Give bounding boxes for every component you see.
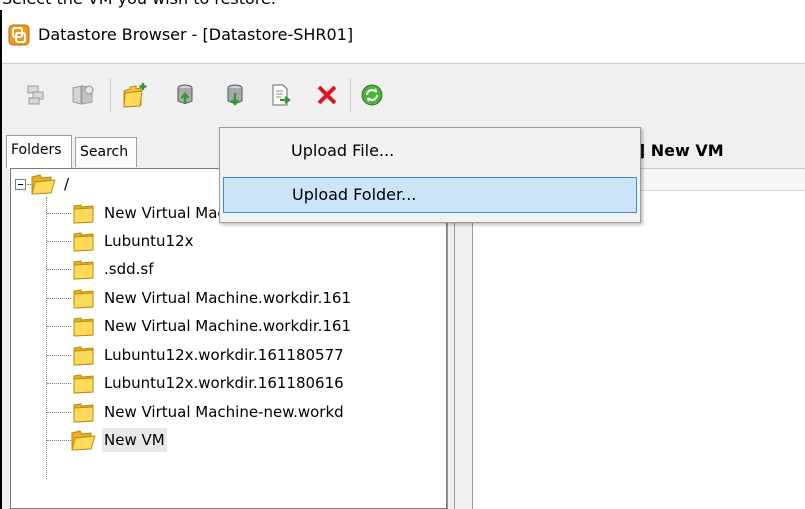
tree-item-label: .sdd.sf: [104, 260, 154, 278]
download-button[interactable]: [220, 80, 250, 110]
delete-button[interactable]: [312, 80, 342, 110]
collapse-toggle[interactable]: [15, 179, 26, 190]
tree-item[interactable]: Lubuntu12x: [71, 228, 196, 254]
tab-folders[interactable]: Folders: [6, 135, 72, 168]
folder-icon: [73, 232, 94, 252]
tree-item-label: Lubuntu12x.workdir.161180616: [104, 374, 344, 392]
refresh-button[interactable]: [357, 80, 387, 110]
menu-item-label: Upload Folder...: [292, 185, 417, 204]
menu-item-label: Upload File...: [291, 141, 395, 160]
tab-folders-label: Folders: [11, 142, 62, 158]
tree-connector: [47, 241, 71, 242]
tree-item[interactable]: .sdd.sf: [71, 256, 156, 282]
vsphere-logo-icon: [8, 24, 30, 46]
tab-search-label: Search: [80, 144, 129, 160]
menu-item-upload-folder[interactable]: Upload Folder...: [223, 177, 637, 213]
tree-connector: [47, 298, 71, 299]
folder-icon: [73, 204, 94, 224]
tree-item-label: /: [64, 175, 70, 193]
tree-connector: [46, 197, 47, 479]
folder-icon: [73, 374, 94, 394]
tree-item[interactable]: Lubuntu12x.workdir.161180616: [71, 370, 346, 396]
tree-item-label: New Virtual Machine.workdir.161: [104, 289, 352, 307]
register-vm-icon: [272, 84, 291, 106]
upload-dropdown-menu: Upload File... Upload Folder...: [219, 127, 641, 223]
folder-icon: [73, 317, 94, 337]
download-icon: [227, 84, 243, 106]
toolbar-separator: [110, 78, 111, 112]
datastore-browse-icon: [27, 85, 44, 105]
upload-icon: [177, 84, 193, 104]
refresh-icon: [361, 84, 383, 106]
register-vm-button[interactable]: [266, 80, 296, 110]
tree-connector: [47, 326, 71, 327]
tree-item-root[interactable]: /: [31, 171, 71, 197]
tree-item-label: New Virtual Machine-new.workd: [104, 403, 344, 421]
folder-icon: [73, 403, 94, 423]
folder-icon: [73, 260, 94, 280]
folder-icon: [73, 289, 94, 309]
datastore-search-icon: [72, 85, 94, 105]
folder-open-icon: [31, 174, 56, 195]
toolbar: [2, 63, 805, 126]
title-bar: Datastore Browser - [Datastore-SHR01]: [2, 10, 805, 62]
datastore-search-button[interactable]: [68, 80, 98, 110]
tree-connector: [47, 213, 71, 214]
tree-item-new-vm[interactable]: New VM: [71, 427, 167, 453]
new-folder-button[interactable]: [120, 80, 150, 110]
tree-item-label: Lubuntu12x: [104, 232, 194, 250]
tree-item[interactable]: New Virtual Machine-new.workd: [71, 399, 346, 425]
tree-connector: [47, 269, 71, 270]
delete-icon: [317, 85, 337, 105]
tree-connector: [47, 383, 71, 384]
tree-connector: [47, 412, 71, 413]
new-folder-icon: [123, 83, 147, 108]
window-title: Datastore Browser - [Datastore-SHR01]: [38, 25, 354, 44]
tree-item[interactable]: New Virtual Machine.workdir.161: [71, 285, 353, 311]
folder-open-icon: [71, 430, 96, 451]
datastore-browse-button[interactable]: [22, 80, 52, 110]
tree-connector: [47, 440, 71, 441]
datastore-browser-window: Datastore Browser - [Datastore-SHR01] Fo…: [0, 10, 805, 509]
folder-icon: [73, 346, 94, 366]
tree-item[interactable]: New Virtual Machine.workdir.161: [71, 313, 353, 339]
toolbar-separator: [350, 78, 351, 112]
page-caption: Select the VM you wish to restore.: [0, 0, 805, 10]
tab-search[interactable]: Search: [75, 137, 137, 167]
tree-item-label: New Virtual Machine.workdir.161: [104, 317, 352, 335]
upload-button[interactable]: [170, 80, 200, 110]
tree-item[interactable]: Lubuntu12x.workdir.161180577: [71, 342, 346, 368]
tree-item-label: New VM: [102, 428, 167, 452]
menu-item-upload-file[interactable]: Upload File...: [223, 134, 637, 170]
tree-connector: [47, 355, 71, 356]
tree-item-label: Lubuntu12x.workdir.161180577: [104, 346, 344, 364]
